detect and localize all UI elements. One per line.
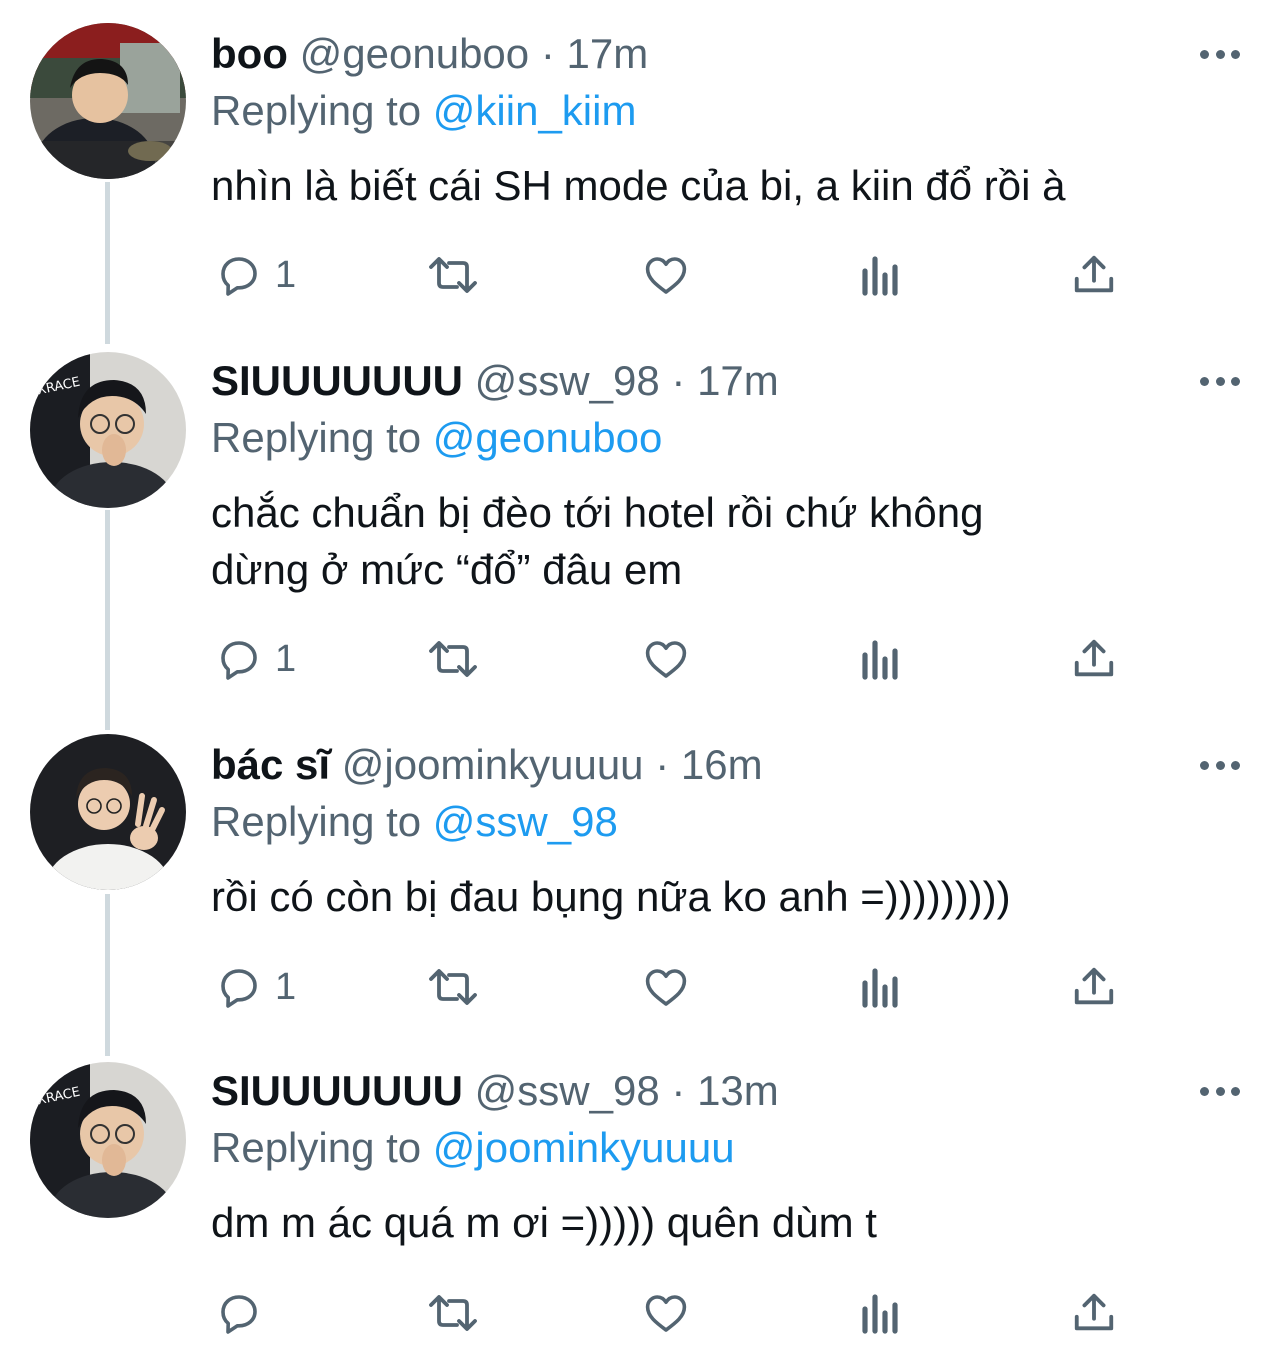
display-name[interactable]: SIUUUUUUU	[211, 1067, 463, 1114]
analytics-icon	[862, 968, 898, 1008]
reply-icon	[221, 969, 257, 1008]
tweet-header: SIUUUUUUU @ssw_98 · 13m	[211, 1062, 779, 1120]
user-handle[interactable]: @ssw_98	[475, 1067, 660, 1114]
tweet-actions	[211, 1288, 1131, 1338]
analytics-icon	[862, 256, 898, 296]
retweet-button[interactable]	[425, 1288, 481, 1338]
replying-to: Replying to @joominkyuuuu	[211, 1119, 735, 1177]
display-name[interactable]: SIUUUUUUU	[211, 357, 463, 404]
heart-icon	[645, 641, 687, 678]
retweet-icon	[429, 1295, 477, 1331]
user-handle[interactable]: @geonuboo	[300, 30, 530, 77]
tweet-header: bác sĩ @joominkyuuuu · 16m	[211, 736, 763, 794]
retweet-icon	[429, 257, 477, 293]
share-button[interactable]	[1071, 1288, 1117, 1338]
share-icon	[1074, 1293, 1114, 1331]
reply-count: 1	[275, 966, 297, 1008]
reply-button[interactable]: 1	[215, 962, 296, 1012]
avatar[interactable]	[30, 23, 186, 179]
reply-button[interactable]	[215, 1288, 275, 1338]
user-handle[interactable]: @ssw_98	[475, 357, 660, 404]
more-icon[interactable]	[1200, 1085, 1240, 1097]
reply-button[interactable]: 1	[215, 250, 296, 300]
mention-link[interactable]: @geonuboo	[433, 414, 663, 461]
replying-prefix: Replying to	[211, 798, 422, 845]
timestamp[interactable]: 17m	[697, 357, 779, 404]
display-name[interactable]: bác sĩ	[211, 741, 330, 788]
tweet-text: chắc chuẩn bị đèo tới hotel rồi chứ khôn…	[211, 484, 1241, 598]
heart-icon	[645, 257, 687, 294]
replying-prefix: Replying to	[211, 87, 422, 134]
reply-count: 1	[275, 254, 297, 296]
like-button[interactable]	[641, 962, 691, 1012]
user-handle[interactable]: @joominkyuuuu	[342, 741, 644, 788]
replying-prefix: Replying to	[211, 414, 422, 461]
like-button[interactable]	[641, 250, 691, 300]
analytics-button[interactable]	[859, 634, 903, 684]
share-icon	[1074, 639, 1114, 677]
replying-prefix: Replying to	[211, 1124, 422, 1171]
analytics-button[interactable]	[859, 962, 903, 1012]
tweet-actions: 1	[211, 962, 1131, 1012]
display-name[interactable]: boo	[211, 30, 288, 77]
mention-link[interactable]: @ssw_98	[433, 798, 618, 845]
like-button[interactable]	[641, 634, 691, 684]
tweet-text-line: dm m ác quá m ơi =))))) quên dùm t	[211, 1199, 877, 1246]
reply-icon	[221, 1295, 257, 1334]
thread-line	[105, 182, 110, 344]
heart-icon	[645, 969, 687, 1006]
avatar[interactable]: XRACE	[30, 352, 186, 508]
share-icon	[1074, 967, 1114, 1005]
reply-icon	[221, 641, 257, 680]
separator-dot: ·	[671, 1067, 686, 1114]
retweet-button[interactable]	[425, 634, 481, 684]
tweet-actions: 1	[211, 634, 1131, 684]
heart-icon	[645, 1295, 687, 1332]
reply-icon	[221, 257, 257, 296]
avatar[interactable]	[30, 734, 186, 890]
avatar[interactable]: XRACE	[30, 1062, 186, 1218]
more-icon[interactable]	[1200, 759, 1240, 771]
tweet-text-line: chắc chuẩn bị đèo tới hotel rồi chứ khôn…	[211, 489, 984, 536]
replying-to: Replying to @kiin_kiim	[211, 82, 636, 140]
like-button[interactable]	[641, 1288, 691, 1338]
tweet-text: dm m ác quá m ơi =))))) quên dùm t	[211, 1194, 1241, 1251]
tweet-actions: 1	[211, 250, 1131, 300]
share-button[interactable]	[1071, 634, 1117, 684]
timestamp[interactable]: 16m	[681, 741, 763, 788]
more-icon[interactable]	[1200, 48, 1240, 60]
mention-link[interactable]: @joominkyuuuu	[433, 1124, 735, 1171]
reply-button[interactable]: 1	[215, 634, 296, 684]
analytics-icon	[862, 640, 898, 680]
retweet-button[interactable]	[425, 250, 481, 300]
mention-link[interactable]: @kiin_kiim	[433, 87, 637, 134]
analytics-button[interactable]	[859, 250, 903, 300]
tweet-text-line: rồi có còn bị đau bụng nữa ko anh =)))))…	[211, 873, 1011, 920]
analytics-button[interactable]	[859, 1288, 903, 1338]
tweet-text-line: nhìn là biết cái SH mode của bi, a kiin …	[211, 162, 1066, 209]
tweet-header: boo @geonuboo · 17m	[211, 25, 648, 83]
thread-line	[105, 894, 110, 1056]
tweet-text: nhìn là biết cái SH mode của bi, a kiin …	[211, 157, 1241, 214]
replying-to: Replying to @ssw_98	[211, 793, 618, 851]
tweet-text: rồi có còn bị đau bụng nữa ko anh =)))))…	[211, 868, 1241, 925]
tweet-header: SIUUUUUUU @ssw_98 · 17m	[211, 352, 779, 410]
thread-line	[105, 510, 110, 730]
share-button[interactable]	[1071, 250, 1117, 300]
retweet-button[interactable]	[425, 962, 481, 1012]
separator-dot: ·	[671, 357, 686, 404]
replying-to: Replying to @geonuboo	[211, 409, 662, 467]
separator-dot: ·	[655, 741, 670, 788]
tweet-text-line: dừng ở mức “đổ” đâu em	[211, 546, 683, 593]
share-icon	[1074, 255, 1114, 293]
timestamp[interactable]: 13m	[697, 1067, 779, 1114]
timestamp[interactable]: 17m	[567, 30, 649, 77]
retweet-icon	[429, 641, 477, 677]
retweet-icon	[429, 969, 477, 1005]
separator-dot: ·	[540, 30, 555, 77]
share-button[interactable]	[1071, 962, 1117, 1012]
reply-count: 1	[275, 638, 297, 680]
more-icon[interactable]	[1200, 375, 1240, 387]
analytics-icon	[862, 1294, 898, 1334]
